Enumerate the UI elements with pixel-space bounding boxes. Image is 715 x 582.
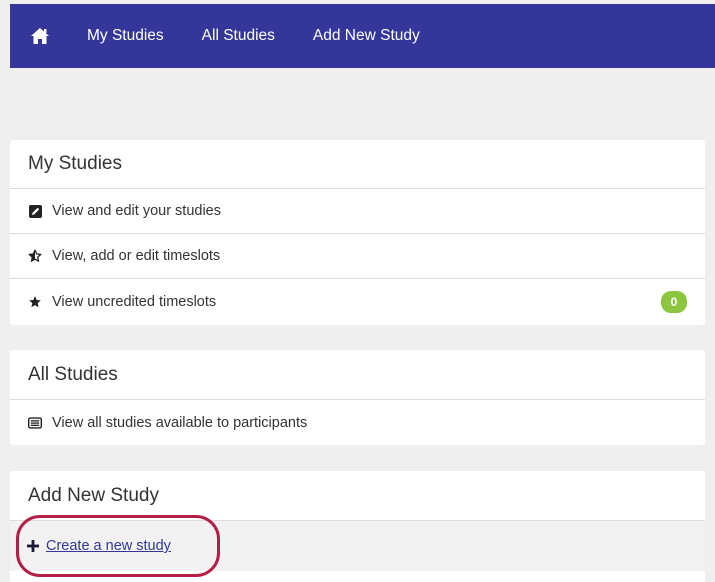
view-all-studies-label: View all studies available to participan… <box>52 414 308 431</box>
home-icon[interactable] <box>29 25 51 47</box>
nav-add-new-study[interactable]: Add New Study <box>313 27 420 45</box>
nav-all-studies[interactable]: All Studies <box>202 27 275 45</box>
create-study-row: Create a new study <box>10 521 705 571</box>
star-half-icon <box>28 249 42 263</box>
my-studies-heading: My Studies <box>10 140 705 189</box>
top-navbar: My Studies All Studies Add New Study <box>10 4 715 68</box>
create-new-study-label: Create a new study <box>46 538 171 554</box>
view-uncredited-timeslots-label: View uncredited timeslots <box>52 293 217 310</box>
view-all-studies-item[interactable]: View all studies available to participan… <box>10 400 705 445</box>
all-studies-panel: All Studies View all studies available t… <box>10 350 705 445</box>
view-add-edit-timeslots-item[interactable]: View, add or edit timeslots <box>10 234 705 279</box>
view-edit-studies-item[interactable]: View and edit your studies <box>10 189 705 234</box>
plus-icon <box>27 539 40 553</box>
add-new-study-heading: Add New Study <box>10 471 705 521</box>
nav-my-studies[interactable]: My Studies <box>87 27 164 45</box>
view-edit-studies-label: View and edit your studies <box>52 203 222 219</box>
add-new-study-panel: Add New Study Create a new study <box>10 471 705 582</box>
view-uncredited-timeslots-item[interactable]: View uncredited timeslots 0 <box>10 279 705 324</box>
all-studies-heading: All Studies <box>10 350 705 400</box>
edit-square-icon <box>28 204 42 218</box>
uncredited-count-badge: 0 <box>661 290 687 313</box>
star-icon <box>28 295 42 309</box>
my-studies-panel: My Studies View and edit your studies Vi… <box>10 140 705 325</box>
create-new-study-link[interactable]: Create a new study <box>27 538 171 554</box>
list-box-icon <box>28 416 42 430</box>
view-add-edit-timeslots-label: View, add or edit timeslots <box>52 248 221 264</box>
